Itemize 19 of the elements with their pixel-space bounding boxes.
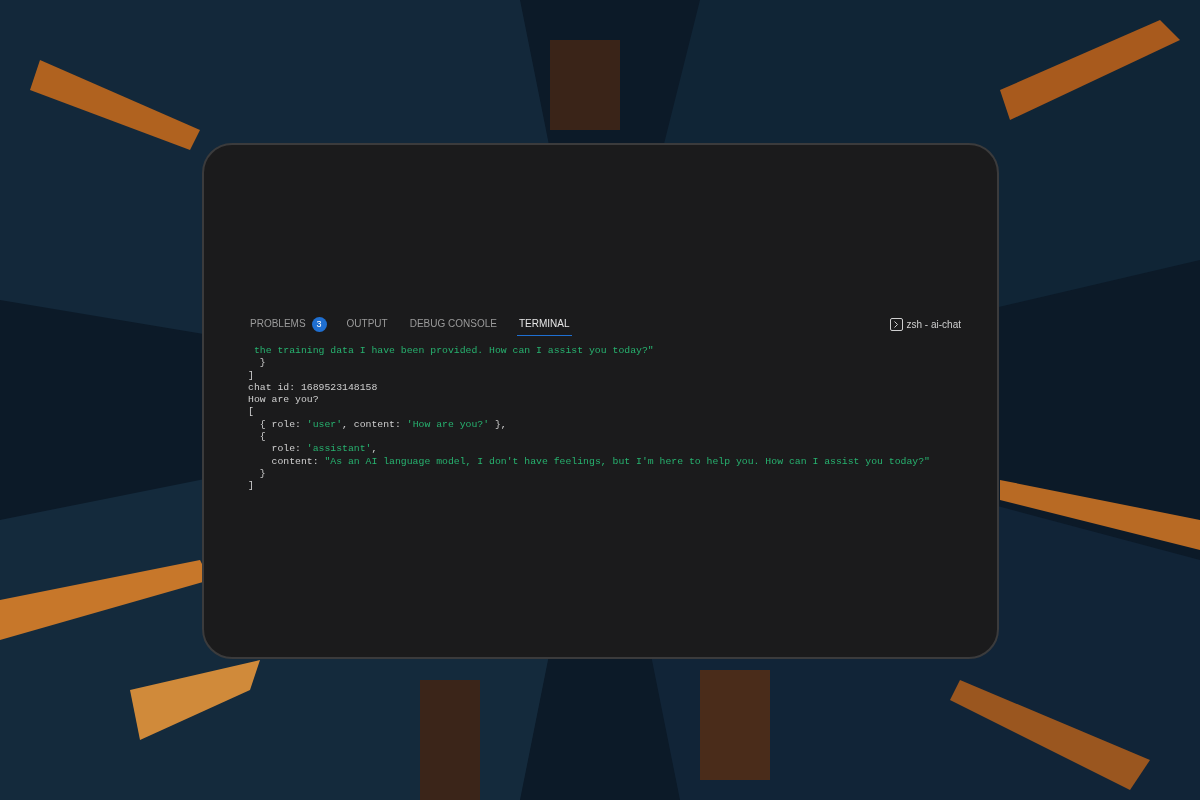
terminal-name[interactable]: zsh - ai-chat bbox=[906, 317, 961, 332]
terminal-line: the training data I have been provided. How can I assist you today?" bbox=[252, 345, 655, 358]
panel-tab[interactable]: PROBLEMS bbox=[248, 317, 308, 336]
panel-tab[interactable]: TERMINAL bbox=[516, 317, 572, 336]
panel-tab[interactable]: DEBUG CONSOLE bbox=[407, 317, 499, 336]
terminal-line: role: 'assistant', bbox=[270, 443, 379, 456]
terminal-line: How are you? bbox=[248, 394, 320, 407]
terminal-icon bbox=[889, 318, 903, 331]
count-badge: 3 bbox=[311, 317, 327, 332]
terminal-line: ] bbox=[248, 369, 255, 382]
terminal-line: { bbox=[258, 431, 267, 444]
terminal-line: } bbox=[258, 357, 267, 370]
terminal-line: { role: 'user', content: 'How are you?' }, bbox=[258, 418, 508, 432]
terminal-line: } bbox=[258, 467, 267, 481]
panel-tab[interactable]: OUTPUT bbox=[344, 317, 390, 336]
terminal-line: ] bbox=[248, 480, 255, 493]
terminal-line: content: "As an AI language model, I don't have feelings, but I'm here to help you. How can I assist you today?" bbox=[270, 455, 931, 468]
terminal-line: chat id: 1689523148158 bbox=[248, 381, 379, 395]
terminal-line: [ bbox=[248, 406, 255, 419]
